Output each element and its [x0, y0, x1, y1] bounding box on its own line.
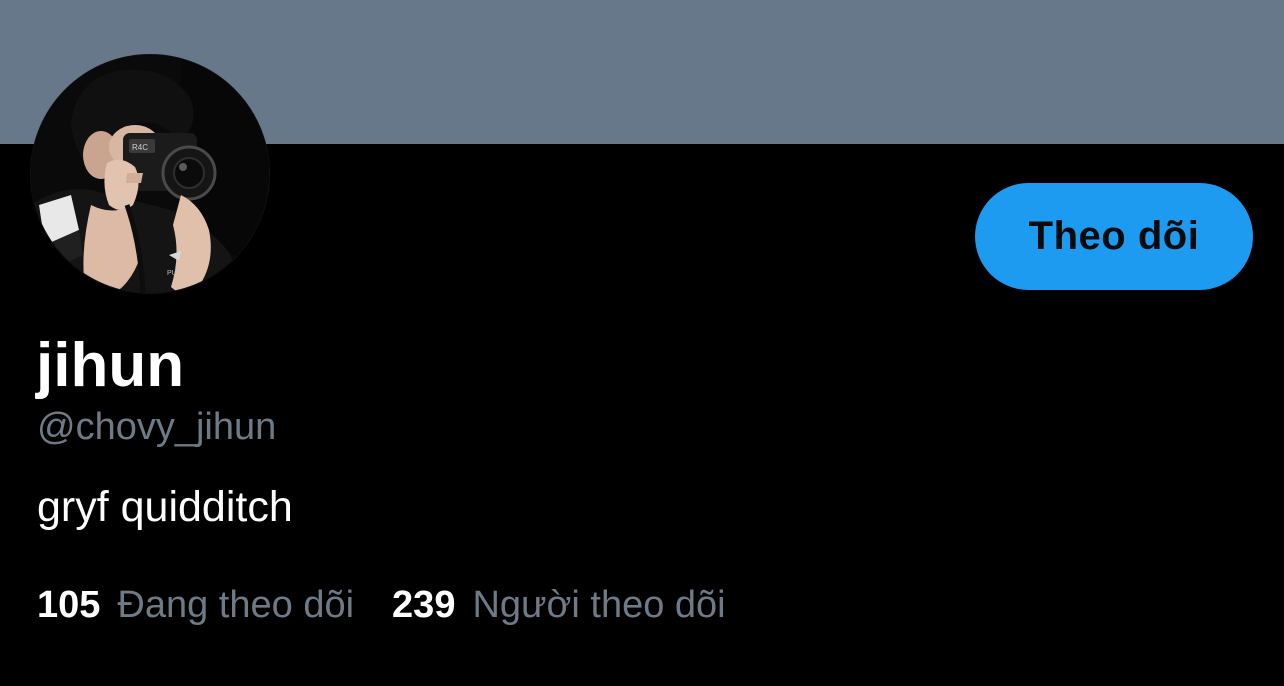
- profile-avatar[interactable]: R4C PU: [30, 54, 270, 294]
- followers-stat-link[interactable]: 239 Người theo dõi: [392, 584, 726, 627]
- follow-button[interactable]: Theo dõi: [975, 183, 1253, 290]
- following-count: 105: [37, 584, 101, 626]
- profile-display-name: jihun: [36, 331, 185, 400]
- profile-handle: @chovy_jihun: [37, 406, 277, 448]
- profile-header: R4C PU Theo dõi jihun @chovy_jihun gryf …: [0, 0, 1284, 686]
- followers-count: 239: [392, 584, 456, 626]
- svg-text:R4C: R4C: [132, 143, 148, 152]
- following-label: Đang theo dõi: [117, 584, 355, 626]
- avatar-photo: R4C PU: [31, 55, 269, 293]
- profile-stats: 105 Đang theo dõi 239 Người theo dõi: [37, 584, 726, 632]
- followers-label: Người theo dõi: [472, 584, 726, 626]
- profile-bio: gryf quidditch: [37, 483, 293, 531]
- svg-text:PU: PU: [167, 270, 177, 277]
- following-stat-link[interactable]: 105 Đang theo dõi: [37, 584, 354, 627]
